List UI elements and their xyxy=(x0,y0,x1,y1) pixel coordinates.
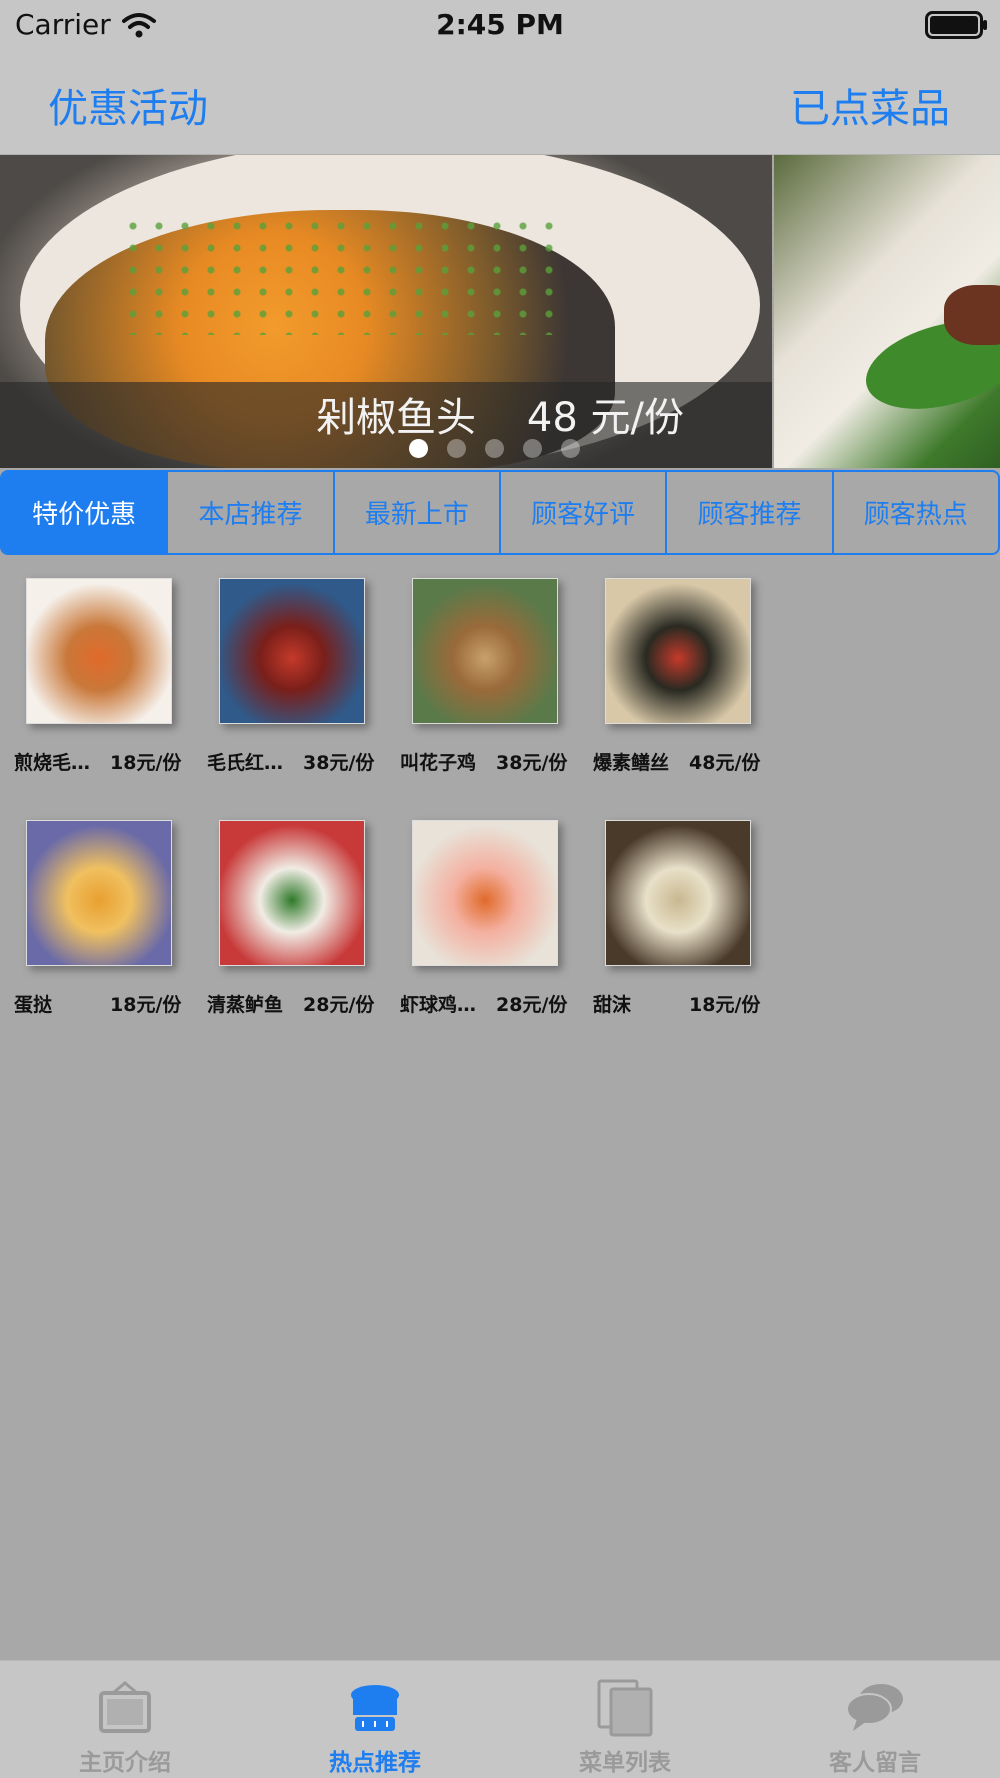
dish-card[interactable]: 煎烧毛… 18元/份 xyxy=(14,578,204,778)
tab-item[interactable]: 热点推荐 xyxy=(250,1661,500,1778)
segment-tab[interactable]: 最新上市 xyxy=(335,472,501,553)
dish-name: 蛋挞 xyxy=(14,994,53,1016)
home-bag-icon xyxy=(95,1677,155,1737)
segment-tab[interactable]: 顾客好评 xyxy=(501,472,668,553)
promotions-button[interactable]: 优惠活动 xyxy=(48,76,208,134)
dish-card[interactable]: 蛋挞 18元/份 xyxy=(14,820,204,1020)
banner-next-meat xyxy=(944,285,1000,345)
banner-price: 48 元/份 xyxy=(526,395,684,441)
dish-price: 28元/份 xyxy=(496,994,568,1016)
page-dot[interactable] xyxy=(485,439,504,458)
dish-card[interactable]: 清蒸鲈鱼 28元/份 xyxy=(207,820,397,1020)
status-bar: Carrier 2:45 PM xyxy=(0,0,1000,50)
page-control[interactable] xyxy=(409,439,580,459)
dish-card[interactable]: 虾球鸡… 28元/份 xyxy=(400,820,590,1020)
dish-name: 爆素鳝丝 xyxy=(593,752,670,774)
page-dot[interactable] xyxy=(409,439,428,458)
banner-garnish xyxy=(120,215,560,335)
tab-label: 菜单列表 xyxy=(579,1750,671,1776)
dish-price: 28元/份 xyxy=(303,994,375,1016)
dish-thumbnail[interactable] xyxy=(219,578,365,724)
page-dot[interactable] xyxy=(523,439,542,458)
dish-card[interactable]: 爆素鳝丝 48元/份 xyxy=(593,578,783,778)
dish-thumbnail[interactable] xyxy=(26,820,172,966)
segment-tab[interactable]: 顾客推荐 xyxy=(667,472,834,553)
page-dot[interactable] xyxy=(447,439,466,458)
dish-price: 38元/份 xyxy=(496,752,568,774)
dish-thumbnail[interactable] xyxy=(605,820,751,966)
menu-list-icon xyxy=(595,1677,655,1737)
banner-dish-name: 剁椒鱼头 xyxy=(316,395,477,441)
page-dot[interactable] xyxy=(561,439,580,458)
battery-icon xyxy=(925,11,987,39)
dish-name: 煎烧毛… xyxy=(14,752,91,774)
top-area: Carrier 2:45 PM 优惠活动 已点菜品 xyxy=(0,0,1000,155)
dish-name: 虾球鸡… xyxy=(400,994,477,1016)
tab-item[interactable]: 菜单列表 xyxy=(500,1661,750,1778)
dish-name: 清蒸鲈鱼 xyxy=(207,994,284,1016)
category-segmented-control: 特价优惠 本店推荐 最新上市 顾客好评 顾客推荐 顾客热点 xyxy=(0,470,1000,555)
dish-thumbnail[interactable] xyxy=(412,820,558,966)
segment-tab[interactable]: 顾客热点 xyxy=(834,472,998,553)
status-time: 2:45 PM xyxy=(436,8,564,41)
tab-item[interactable]: 客人留言 xyxy=(750,1661,1000,1778)
featured-carousel[interactable]: 剁椒鱼头 48 元/份 xyxy=(0,155,1000,468)
dish-thumbnail[interactable] xyxy=(605,578,751,724)
segment-tab[interactable]: 本店推荐 xyxy=(168,472,335,553)
tab-bar: 主页介绍 热点推荐 菜单列表 客人留言 xyxy=(0,1660,1000,1778)
dish-name: 甜沫 xyxy=(593,994,632,1016)
tab-item[interactable]: 主页介绍 xyxy=(0,1661,250,1778)
dish-price: 38元/份 xyxy=(303,752,375,774)
dish-name: 毛氏红… xyxy=(207,752,284,774)
chef-hat-icon xyxy=(345,1677,405,1737)
dish-card[interactable]: 甜沫 18元/份 xyxy=(593,820,783,1020)
dish-thumbnail[interactable] xyxy=(412,578,558,724)
tab-label: 主页介绍 xyxy=(79,1750,171,1776)
dish-price: 18元/份 xyxy=(689,994,761,1016)
tab-label: 热点推荐 xyxy=(329,1750,421,1776)
tab-label: 客人留言 xyxy=(829,1750,921,1776)
chat-bubble-icon xyxy=(845,1677,905,1737)
dish-price: 18元/份 xyxy=(110,994,182,1016)
dish-name: 叫花子鸡 xyxy=(400,752,477,774)
dish-price: 18元/份 xyxy=(110,752,182,774)
dish-price: 48元/份 xyxy=(689,752,761,774)
dish-card[interactable]: 叫花子鸡 38元/份 xyxy=(400,578,590,778)
dish-thumbnail[interactable] xyxy=(219,820,365,966)
ordered-dishes-button[interactable]: 已点菜品 xyxy=(790,76,950,134)
dish-card[interactable]: 毛氏红… 38元/份 xyxy=(207,578,397,778)
banner-caption: 剁椒鱼头 48 元/份 xyxy=(0,385,1000,443)
dish-thumbnail[interactable] xyxy=(26,578,172,724)
segment-tab[interactable]: 特价优惠 xyxy=(2,472,169,553)
